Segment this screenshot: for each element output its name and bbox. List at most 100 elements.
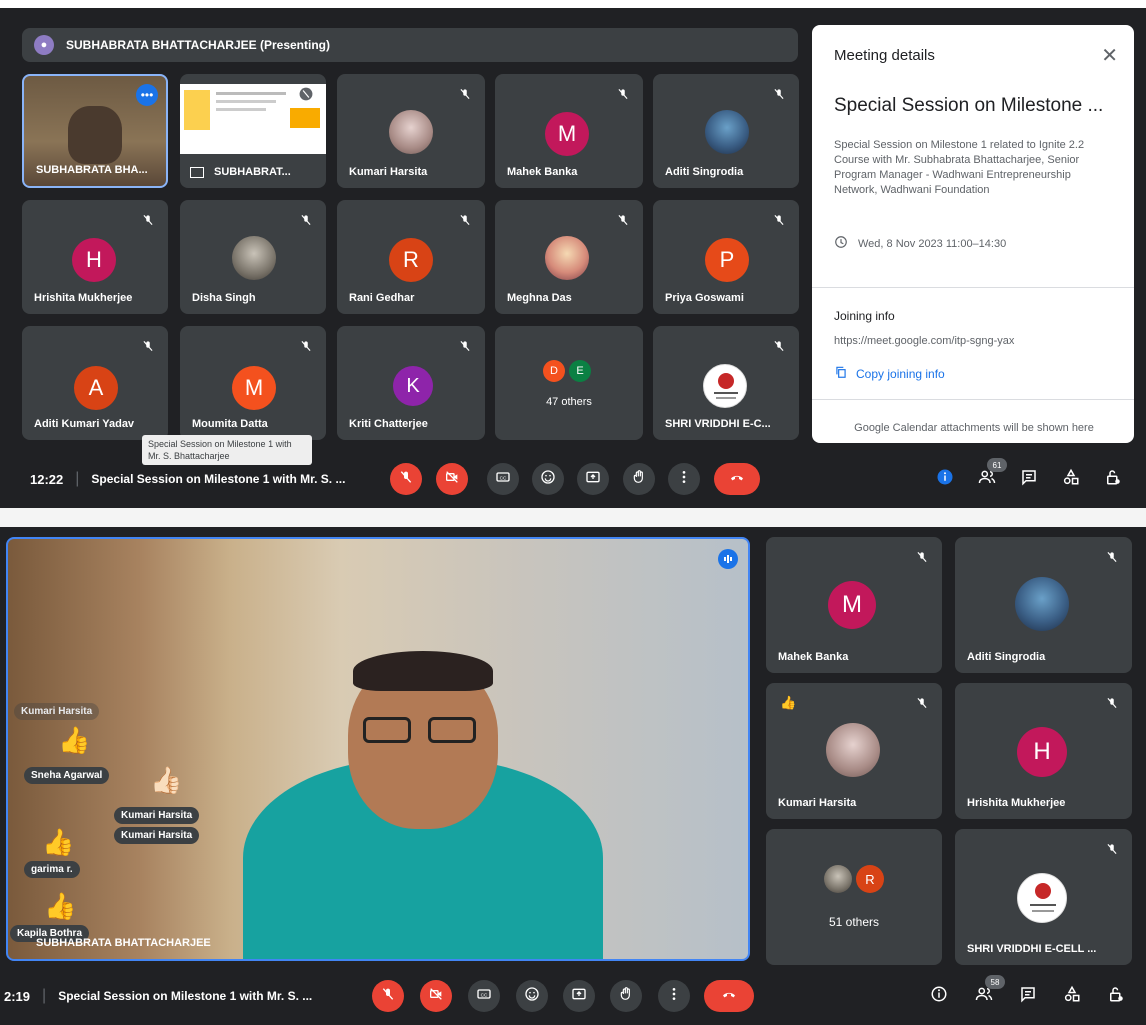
camera-toggle-button[interactable] — [436, 463, 468, 495]
participant-tile[interactable]: K Kriti Chatterjee — [337, 326, 485, 440]
captions-button[interactable]: CC — [487, 463, 519, 495]
participant-tile[interactable]: A Aditi Kumari Yadav — [22, 326, 168, 440]
end-call-icon — [721, 986, 737, 1007]
participant-name: Hrishita Mukherjee — [967, 797, 1066, 809]
meeting-description: Special Session on Milestone 1 related t… — [834, 139, 1085, 196]
others-tile[interactable]: R 51 others — [766, 829, 942, 965]
present-now-button[interactable] — [577, 463, 609, 495]
end-call-icon — [729, 469, 745, 490]
participant-tile[interactable]: M Mahek Banka — [495, 74, 643, 188]
participant-initial-avatar: M — [232, 366, 276, 410]
close-icon[interactable]: ✕ — [1101, 43, 1118, 68]
main-speaker-video[interactable]: Kumari Harsita 👍 Sneha Agarwal 👍🏻 Kumari… — [6, 537, 750, 961]
meeting-details-panel: Meeting details ✕ Special Session on Mil… — [812, 25, 1134, 443]
present-icon — [585, 469, 601, 490]
mic-toggle-button[interactable] — [372, 980, 404, 1012]
current-time: 12:22 — [30, 471, 64, 487]
meeting-details-button[interactable] — [927, 984, 951, 1008]
more-options-icon[interactable]: ••• — [136, 84, 158, 106]
participant-initial-avatar: H — [1017, 727, 1067, 777]
captions-button[interactable]: CC — [468, 980, 500, 1012]
others-tile[interactable]: D E 47 others — [495, 326, 643, 440]
participant-tile[interactable]: 👍 Kumari Harsita — [766, 683, 942, 819]
meeting-control-bar: 2:19 | Special Session on Milestone 1 wi… — [0, 973, 1146, 1019]
activities-icon — [1062, 468, 1080, 491]
more-options-button[interactable] — [668, 463, 700, 495]
participant-tile[interactable]: Meghna Das — [495, 200, 643, 314]
participant-tile[interactable]: Kumari Harsita — [337, 74, 485, 188]
participant-name: SUBHABRAT... — [190, 166, 291, 178]
meeting-details-button[interactable] — [933, 467, 957, 491]
participant-initial-avatar: D — [543, 360, 565, 382]
meeting-datetime: Wed, 8 Nov 2023 11:00–14:30 — [858, 237, 1007, 250]
participant-name: Moumita Datta — [192, 418, 268, 430]
host-controls-button[interactable] — [1101, 467, 1125, 491]
participant-photo-avatar — [545, 236, 589, 280]
raise-hand-button[interactable] — [610, 980, 642, 1012]
leave-call-button[interactable] — [714, 463, 760, 495]
mic-off-icon — [769, 336, 789, 356]
camera-off-icon — [428, 986, 444, 1007]
mic-off-icon — [138, 336, 158, 356]
panel-heading: Meeting details — [834, 47, 935, 64]
info-icon — [930, 985, 948, 1008]
mic-off-icon — [769, 210, 789, 230]
mic-off-icon — [1102, 547, 1122, 567]
participant-tile[interactable]: M Moumita Datta — [180, 326, 326, 440]
raise-hand-button[interactable] — [623, 463, 655, 495]
chat-button[interactable] — [1016, 984, 1040, 1008]
activities-icon — [1063, 985, 1081, 1008]
participant-tile[interactable]: Aditi Singrodia — [955, 537, 1132, 673]
camera-toggle-button[interactable] — [420, 980, 452, 1012]
leave-call-button[interactable] — [704, 980, 754, 1012]
meeting-link[interactable]: https://meet.google.com/itp-sgng-yax — [834, 335, 1014, 347]
captions-icon: CC — [495, 469, 511, 490]
participant-tile[interactable]: SHRI VRIDDHI E-C... — [653, 326, 799, 440]
host-controls-button[interactable] — [1104, 984, 1128, 1008]
participant-name: Mahek Banka — [507, 166, 578, 178]
participant-name: Kumari Harsita — [778, 797, 857, 809]
participant-photo-avatar — [1015, 577, 1069, 631]
emoji-reaction-button[interactable] — [532, 463, 564, 495]
participant-tile[interactable]: SUBHABRAT... — [180, 74, 326, 188]
participant-tile[interactable]: M Mahek Banka — [766, 537, 942, 673]
participant-name: Aditi Singrodia — [665, 166, 744, 178]
activities-button[interactable] — [1059, 467, 1083, 491]
copy-joining-info-button[interactable]: Copy joining info — [834, 365, 945, 382]
divider — [812, 399, 1134, 400]
bottom-meet-window: Kumari Harsita 👍 Sneha Agarwal 👍🏻 Kumari… — [0, 527, 1146, 1025]
participant-tile[interactable]: ••• SUBHABRATA BHA... — [22, 74, 168, 188]
speaker-hair — [353, 651, 493, 691]
participant-tile[interactable]: H Hrishita Mukherjee — [955, 683, 1132, 819]
reaction-sender: Kumari Harsita — [114, 807, 200, 824]
present-now-button[interactable] — [563, 980, 595, 1012]
participant-initial-avatar: R — [856, 865, 884, 893]
present-icon — [571, 986, 587, 1007]
chat-button[interactable] — [1017, 467, 1041, 491]
participant-name: Hrishita Mukherjee — [34, 292, 133, 304]
more-icon — [666, 986, 682, 1007]
meeting-title-label[interactable]: Special Session on Milestone 1 with Mr. … — [91, 472, 345, 486]
thumbs-up-icon: 👍 — [44, 891, 77, 921]
thumbs-up-icon: 👍 — [42, 827, 75, 857]
raise-hand-icon: 👍 — [780, 695, 797, 710]
more-options-button[interactable] — [658, 980, 690, 1012]
participant-tile[interactable]: Disha Singh — [180, 200, 326, 314]
participant-tile[interactable]: Aditi Singrodia — [653, 74, 799, 188]
participant-tile[interactable]: H Hrishita Mukherjee — [22, 200, 168, 314]
captions-icon: CC — [476, 986, 492, 1007]
participant-tile[interactable]: SHRI VRIDDHI E-CELL ... — [955, 829, 1132, 965]
activities-button[interactable] — [1060, 984, 1084, 1008]
presenting-label: SUBHABRATA BHATTACHARJEE (Presenting) — [66, 38, 330, 52]
meeting-title-label[interactable]: Special Session on Milestone 1 with Mr. … — [58, 989, 312, 1003]
emoji-reaction-button[interactable] — [516, 980, 548, 1012]
divider — [812, 287, 1134, 288]
mic-toggle-button[interactable] — [390, 463, 422, 495]
mic-off-icon — [455, 336, 475, 356]
participant-name: Rani Gedhar — [349, 292, 415, 304]
participant-initial-avatar: M — [828, 581, 876, 629]
mic-off-icon — [769, 84, 789, 104]
participant-tile[interactable]: R Rani Gedhar — [337, 200, 485, 314]
participant-tile[interactable]: P Priya Goswami — [653, 200, 799, 314]
speaker-glasses — [363, 717, 411, 743]
